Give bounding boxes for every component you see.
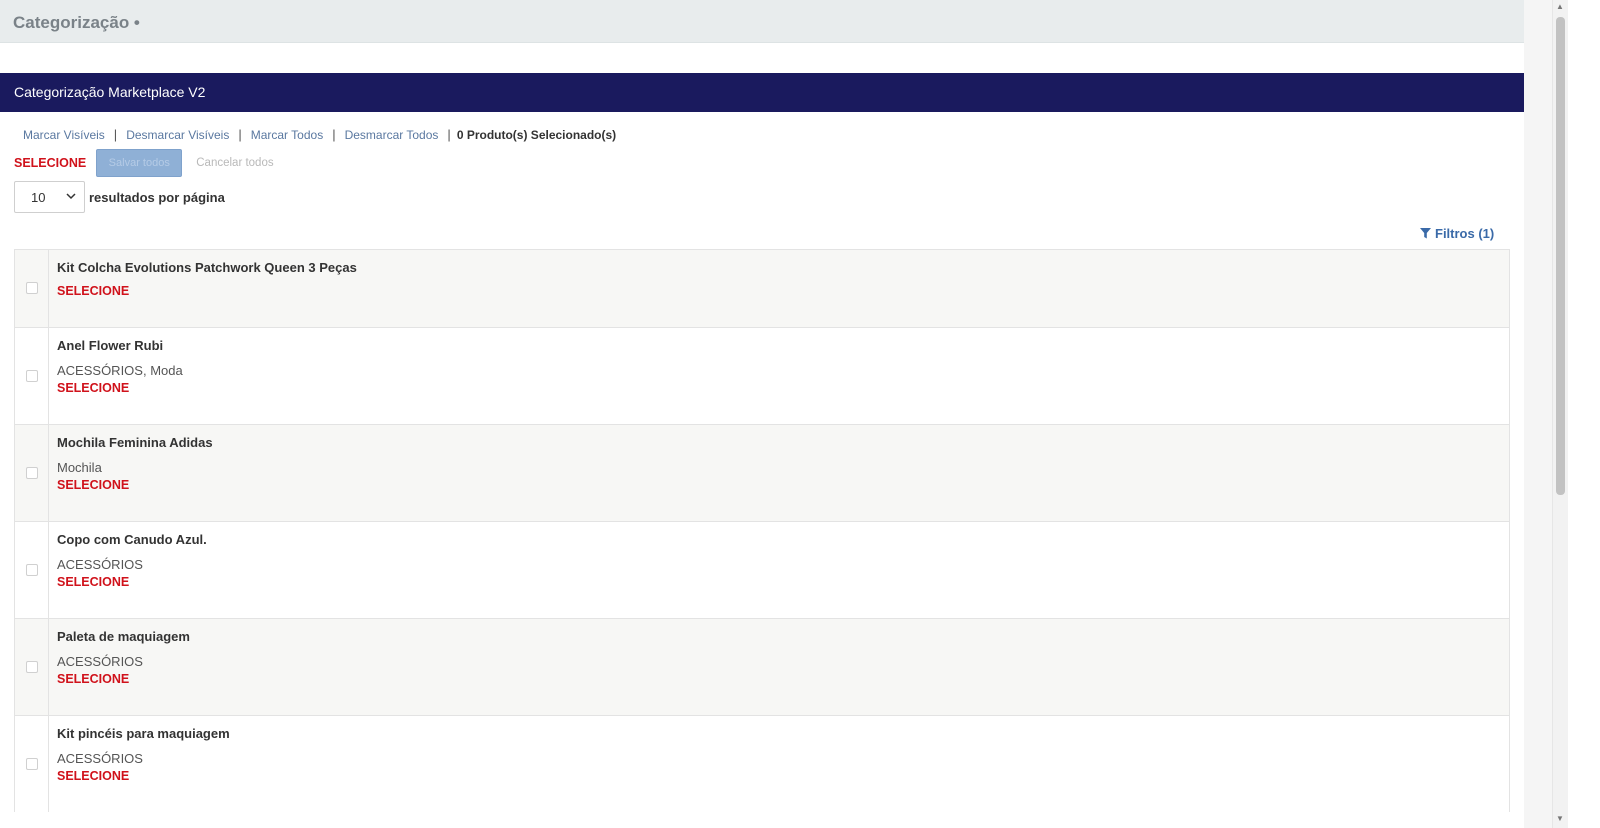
select-category-link[interactable]: SELECIONE bbox=[57, 478, 129, 492]
product-row: Paleta de maquiagem ACESSÓRIOS SELECIONE bbox=[14, 618, 1510, 715]
bulk-category-row: SELECIONE Salvar todos Cancelar todos bbox=[14, 149, 274, 177]
bulk-select-category-link[interactable]: SELECIONE bbox=[14, 156, 86, 170]
scroll-down-icon[interactable]: ▼ bbox=[1556, 814, 1564, 823]
scrollbar-thumb[interactable] bbox=[1556, 17, 1565, 495]
product-name: Anel Flower Rubi bbox=[57, 338, 164, 353]
unmark-visible-link[interactable]: Desmarcar Visíveis bbox=[117, 128, 238, 142]
page-header: Categorização • bbox=[0, 0, 1556, 43]
product-checkbox[interactable] bbox=[26, 370, 38, 382]
select-category-link[interactable]: SELECIONE bbox=[57, 672, 129, 686]
panel-body: Marcar Visíveis | Desmarcar Visíveis | M… bbox=[0, 112, 1556, 828]
checkbox-cell bbox=[15, 716, 49, 812]
separator: | bbox=[447, 127, 451, 142]
select-category-link[interactable]: SELECIONE bbox=[57, 769, 129, 783]
product-name: Paleta de maquiagem bbox=[57, 629, 190, 644]
product-name: Kit pincéis para maquiagem bbox=[57, 726, 230, 741]
select-category-link[interactable]: SELECIONE bbox=[57, 284, 129, 298]
product-category: ACESSÓRIOS bbox=[57, 557, 143, 572]
product-category: Mochila bbox=[57, 460, 102, 475]
filters-button[interactable]: Filtros (1) bbox=[1420, 226, 1494, 241]
product-row: Kit pincéis para maquiagem ACESSÓRIOS SE… bbox=[14, 715, 1510, 812]
product-checkbox[interactable] bbox=[26, 758, 38, 770]
unmark-all-link[interactable]: Desmarcar Todos bbox=[336, 128, 448, 142]
product-checkbox[interactable] bbox=[26, 661, 38, 673]
save-all-button[interactable]: Salvar todos bbox=[96, 149, 183, 177]
product-checkbox[interactable] bbox=[26, 282, 38, 294]
scroll-up-icon[interactable]: ▲ bbox=[1556, 2, 1564, 11]
product-list: Kit Colcha Evolutions Patchwork Queen 3 … bbox=[14, 249, 1510, 812]
panel-header: Categorização Marketplace V2 bbox=[0, 73, 1556, 112]
save-all-button-label: Salvar todos bbox=[108, 157, 170, 169]
checkbox-cell bbox=[15, 425, 49, 521]
product-checkbox[interactable] bbox=[26, 467, 38, 479]
mark-all-link[interactable]: Marcar Todos bbox=[242, 128, 332, 142]
product-name: Copo com Canudo Azul. bbox=[57, 532, 207, 547]
per-page-select[interactable]: 10 bbox=[14, 181, 85, 213]
product-row: Mochila Feminina Adidas Mochila SELECION… bbox=[14, 424, 1510, 521]
checkbox-cell bbox=[15, 328, 49, 424]
selected-count: 0 Produto(s) Selecionado(s) bbox=[456, 127, 617, 142]
per-page-value: 10 bbox=[31, 190, 46, 205]
results-per-page: 10 resultados por página bbox=[14, 181, 225, 213]
filter-icon bbox=[1420, 228, 1431, 239]
select-category-link[interactable]: SELECIONE bbox=[57, 575, 129, 589]
selection-actions: Marcar Visíveis | Desmarcar Visíveis | M… bbox=[14, 127, 616, 142]
checkbox-cell bbox=[15, 522, 49, 618]
product-category: ACESSÓRIOS bbox=[57, 751, 143, 766]
page-title: Categorização • bbox=[13, 13, 140, 32]
checkbox-cell bbox=[15, 250, 49, 327]
product-checkbox[interactable] bbox=[26, 564, 38, 576]
product-row: Anel Flower Rubi ACESSÓRIOS, Moda SELECI… bbox=[14, 327, 1510, 424]
per-page-label: resultados por página bbox=[89, 189, 225, 205]
product-row: Copo com Canudo Azul. ACESSÓRIOS SELECIO… bbox=[14, 521, 1510, 618]
select-category-link[interactable]: SELECIONE bbox=[57, 381, 129, 395]
product-category: ACESSÓRIOS bbox=[57, 654, 143, 669]
filters-label: Filtros (1) bbox=[1435, 226, 1495, 241]
panel-title: Categorização Marketplace V2 bbox=[14, 84, 206, 100]
product-name: Mochila Feminina Adidas bbox=[57, 435, 213, 450]
product-category: ACESSÓRIOS, Moda bbox=[57, 363, 183, 378]
cancel-all-button[interactable]: Cancelar todos bbox=[196, 157, 273, 169]
page-gutter bbox=[1524, 0, 1552, 828]
product-name: Kit Colcha Evolutions Patchwork Queen 3 … bbox=[57, 260, 357, 275]
checkbox-cell bbox=[15, 619, 49, 715]
product-row: Kit Colcha Evolutions Patchwork Queen 3 … bbox=[14, 249, 1510, 327]
chevron-down-icon bbox=[66, 189, 76, 206]
vertical-scrollbar[interactable]: ▲ ▼ bbox=[1552, 0, 1568, 828]
mark-visible-link[interactable]: Marcar Visíveis bbox=[14, 128, 114, 142]
